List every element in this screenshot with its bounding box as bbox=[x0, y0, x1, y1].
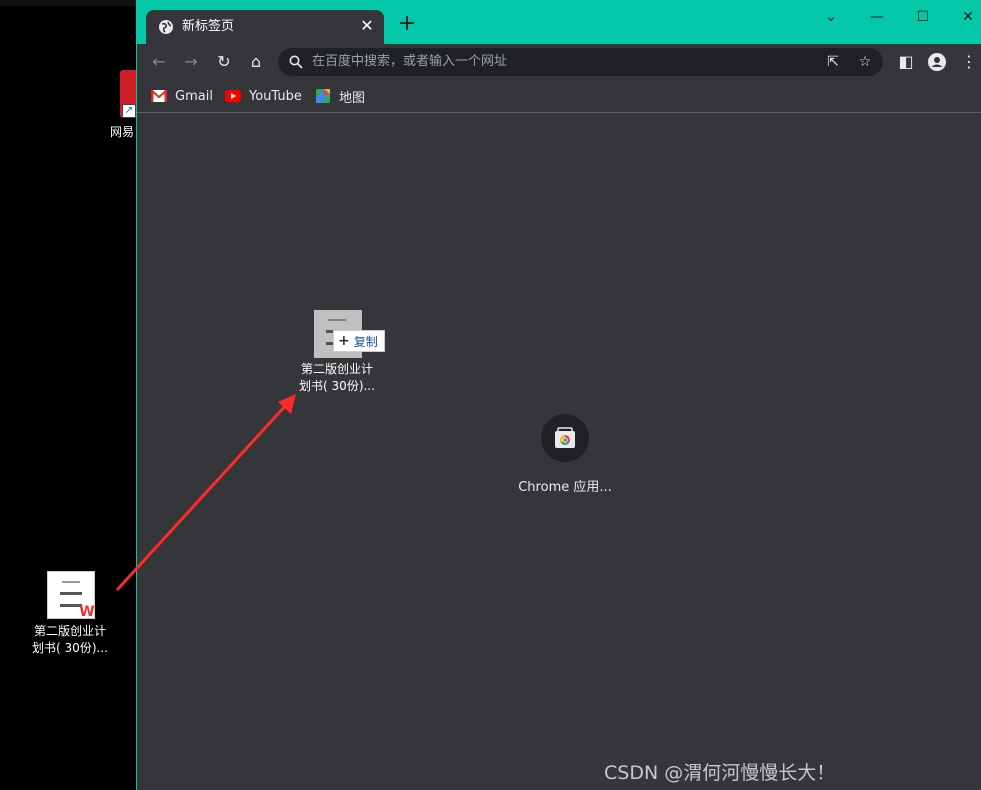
desktop-icon-label: 网易 bbox=[110, 125, 135, 139]
star-icon[interactable]: ☆ bbox=[855, 52, 875, 72]
bookmark-gmail[interactable]: Gmail bbox=[151, 86, 213, 106]
file-label-line2: 划书( 30份)... bbox=[32, 641, 108, 655]
tab-title: 新标签页 bbox=[182, 19, 235, 34]
omnibox-placeholder: 在百度中搜索，或者输入一个网址 bbox=[312, 54, 508, 69]
desktop-file-icon[interactable]: W bbox=[47, 571, 95, 620]
doc-line bbox=[60, 592, 82, 595]
chrome-apps-shortcut[interactable] bbox=[541, 414, 589, 462]
tab-search-icon[interactable]: ⌄ bbox=[813, 6, 849, 28]
maps-icon bbox=[316, 89, 330, 103]
file-label-line1: 第二版创业计 bbox=[33, 624, 106, 638]
wps-icon: W bbox=[79, 604, 95, 620]
avatar bbox=[928, 53, 946, 71]
menu-icon[interactable]: ⋮ bbox=[957, 50, 981, 74]
copy-label: 复制 bbox=[353, 334, 378, 349]
close-tab-icon[interactable]: ✕ bbox=[358, 17, 376, 35]
minimize-icon[interactable]: — bbox=[859, 6, 895, 28]
new-tab-button[interactable]: + bbox=[396, 13, 418, 35]
browser-window: 新标签页 ✕ + ⌄ — ☐ ✕ ← → ↻ ⌂ 在百度中搜索，或者输入一个网址… bbox=[136, 0, 981, 790]
doc-line bbox=[328, 319, 346, 321]
bookmarks-bar: Gmail YouTube 地图 bbox=[137, 80, 981, 113]
bookmark-label: YouTube bbox=[249, 88, 302, 104]
bookmark-maps[interactable]: 地图 bbox=[315, 86, 365, 106]
shortcut-label: Chrome 应用... bbox=[518, 480, 612, 495]
bookmark-youtube[interactable]: YouTube bbox=[225, 86, 302, 106]
chrome-web-store-icon bbox=[555, 427, 575, 448]
gmail-icon bbox=[151, 90, 167, 102]
toolbar: ← → ↻ ⌂ 在百度中搜索，或者输入一个网址 ⇱ ☆ ◧ ⋮ bbox=[137, 44, 981, 80]
copy-drop-badge: + 复制 bbox=[333, 330, 385, 352]
share-icon[interactable]: ⇱ bbox=[823, 52, 843, 72]
desktop-file-label: 第二版创业计 划书( 30份)... bbox=[20, 623, 120, 657]
bookmark-label: Gmail bbox=[175, 88, 213, 104]
csdn-watermark: CSDN @渭何河慢慢长大！ bbox=[604, 762, 836, 784]
omnibox[interactable]: 在百度中搜索，或者输入一个网址 ⇱ ☆ bbox=[278, 48, 883, 76]
maximize-icon[interactable]: ☐ bbox=[905, 6, 941, 28]
back-icon[interactable]: ← bbox=[147, 50, 171, 74]
reload-icon[interactable]: ↻ bbox=[212, 50, 236, 74]
home-icon[interactable]: ⌂ bbox=[244, 50, 268, 74]
shortcut-arrow-icon: ↗ bbox=[122, 104, 136, 118]
forward-icon[interactable]: → bbox=[179, 50, 203, 74]
close-window-icon[interactable]: ✕ bbox=[950, 6, 981, 28]
globe-icon bbox=[159, 20, 173, 34]
bookmark-label: 地图 bbox=[339, 90, 366, 106]
drag-label-line1: 第二版创业计 bbox=[300, 362, 373, 376]
dragged-file-label: 第二版创业计 划书( 30份)... bbox=[287, 361, 387, 395]
side-panel-icon[interactable]: ◧ bbox=[894, 50, 918, 74]
search-icon bbox=[289, 55, 303, 69]
title-bar: 新标签页 ✕ + ⌄ — ☐ ✕ bbox=[137, 0, 981, 44]
profile-icon[interactable] bbox=[925, 50, 949, 74]
doc-line bbox=[62, 581, 80, 583]
plus-icon: + bbox=[338, 333, 350, 349]
tab-new-tab[interactable]: 新标签页 ✕ bbox=[146, 10, 384, 44]
youtube-icon bbox=[225, 90, 241, 102]
drag-label-line2: 划书( 30份)... bbox=[299, 379, 375, 393]
